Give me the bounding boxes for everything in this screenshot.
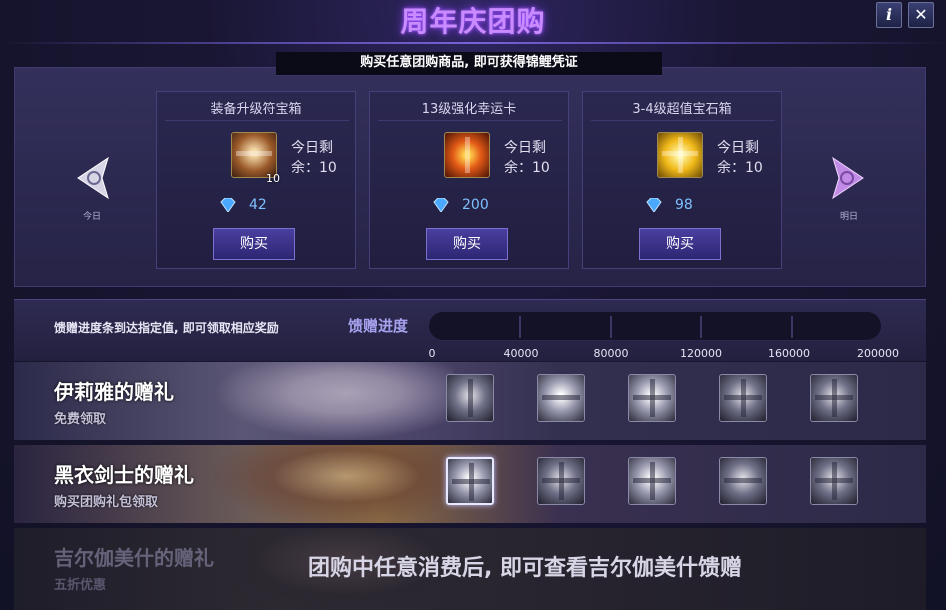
lucky-card-icon bbox=[444, 132, 490, 178]
stock-text: 今日剩 余：10 bbox=[291, 138, 337, 178]
progress-label: 馈赠进度 bbox=[348, 317, 409, 335]
tick-label: 120000 bbox=[680, 347, 722, 360]
stock-line1: 今日剩 bbox=[717, 140, 759, 156]
tick-label: 160000 bbox=[768, 347, 810, 360]
diamond-icon bbox=[220, 198, 236, 212]
silver-chest-icon[interactable] bbox=[537, 374, 585, 422]
silver-gift-icon[interactable] bbox=[628, 457, 676, 505]
gift-row-subtitle: 五折优惠 bbox=[54, 578, 107, 593]
progress-panel: 馈赠进度条到达指定值, 即可领取相应奖励 馈赠进度 0 40000 80000 … bbox=[14, 299, 926, 361]
progress-hint: 馈赠进度条到达指定值, 即可领取相应奖励 bbox=[54, 321, 279, 335]
card-divider bbox=[378, 120, 562, 121]
gift-row-subtitle: 购买团购礼包领取 bbox=[54, 495, 159, 510]
gift-row-iriya: 伊莉雅的赠礼 免费领取 bbox=[14, 362, 926, 440]
progress-tick bbox=[700, 316, 702, 338]
card-divider bbox=[165, 120, 349, 121]
title-divider bbox=[0, 42, 946, 44]
info-button[interactable]: i bbox=[876, 2, 902, 28]
gem-gift-box-icon bbox=[657, 132, 703, 178]
stock-line1: 今日剩 bbox=[504, 140, 546, 156]
page-title: 周年庆团购 bbox=[400, 5, 546, 38]
silver-gift-icon[interactable] bbox=[810, 374, 858, 422]
diamond-icon bbox=[433, 198, 449, 212]
gift-row-subtitle: 免费领取 bbox=[54, 412, 107, 427]
price-value: 42 bbox=[249, 197, 267, 213]
buy-button[interactable]: 购买 bbox=[426, 228, 508, 260]
buy-button[interactable]: 购买 bbox=[213, 228, 295, 260]
gift-row-title: 伊莉雅的赠礼 bbox=[54, 380, 174, 404]
shop-item-card: 装备升级符宝箱 10 今日剩 余：10 42 购买 bbox=[156, 91, 356, 269]
silver-gift-icon[interactable] bbox=[719, 374, 767, 422]
stock-text: 今日剩 余：10 bbox=[717, 138, 763, 178]
card-divider bbox=[591, 120, 775, 121]
stock-line1: 今日剩 bbox=[291, 140, 333, 156]
shop-item-card: 3-4级超值宝石箱 今日剩 余：10 98 购买 bbox=[582, 91, 782, 269]
item-count: 10 bbox=[266, 172, 280, 185]
silver-gift-icon[interactable] bbox=[537, 457, 585, 505]
tick-label: 40000 bbox=[503, 347, 539, 360]
group-buy-window: 周年庆团购 i ✕ 购买任意团购商品, 即可获得锦鲤凭证 今日 明日 装备升级符… bbox=[0, 0, 946, 610]
gift-row-black-swordsman: 黑衣剑士的赠礼 购买团购礼包领取 bbox=[14, 445, 926, 523]
buy-button[interactable]: 购买 bbox=[639, 228, 721, 260]
shop-subtitle: 购买任意团购商品, 即可获得锦鲤凭证 bbox=[276, 52, 662, 76]
progress-tick bbox=[610, 316, 612, 338]
item-name: 装备升级符宝箱 bbox=[210, 102, 302, 117]
next-day-label: 明日 bbox=[839, 212, 858, 222]
price-value: 200 bbox=[462, 197, 489, 213]
shop-item-card: 13级强化幸运卡 今日剩 余：10 200 购买 bbox=[369, 91, 569, 269]
progress-bar bbox=[428, 311, 882, 341]
gift-row-title: 黑衣剑士的赠礼 bbox=[54, 463, 194, 487]
tick-label: 0 bbox=[428, 347, 436, 360]
prev-day-label: 今日 bbox=[82, 212, 101, 222]
character-portrait bbox=[214, 362, 454, 440]
character-portrait bbox=[214, 445, 454, 523]
close-button[interactable]: ✕ bbox=[908, 2, 934, 28]
item-name: 13级强化幸运卡 bbox=[421, 102, 517, 117]
treasure-chest-icon: 10 bbox=[231, 132, 280, 185]
stock-text: 今日剩 余：10 bbox=[504, 138, 550, 178]
next-day-arrow-icon[interactable] bbox=[829, 156, 869, 200]
silver-gift-icon[interactable] bbox=[446, 457, 494, 505]
item-name: 3-4级超值宝石箱 bbox=[632, 102, 732, 117]
tick-label: 80000 bbox=[593, 347, 629, 360]
locked-message: 团购中任意消费后, 即可查看吉尔伽美什馈赠 bbox=[308, 556, 743, 581]
diamond-icon bbox=[646, 198, 662, 212]
stock-line2: 余：10 bbox=[717, 160, 763, 176]
progress-tick bbox=[791, 316, 793, 338]
price-value: 98 bbox=[675, 197, 693, 213]
card-pack-icon[interactable] bbox=[719, 457, 767, 505]
silver-gift-icon[interactable] bbox=[628, 374, 676, 422]
tick-label: 200000 bbox=[857, 347, 899, 360]
card-pack-icon[interactable] bbox=[446, 374, 494, 422]
stock-line2: 余：10 bbox=[504, 160, 550, 176]
gift-row-gilgamesh: 吉尔伽美什的赠礼 五折优惠 团购中任意消费后, 即可查看吉尔伽美什馈赠 bbox=[14, 528, 926, 610]
prev-day-arrow-icon[interactable] bbox=[72, 156, 112, 200]
silver-gift-icon[interactable] bbox=[810, 457, 858, 505]
gift-row-title: 吉尔伽美什的赠礼 bbox=[54, 546, 214, 570]
stock-line2: 余：10 bbox=[291, 160, 337, 176]
progress-tick bbox=[519, 316, 521, 338]
